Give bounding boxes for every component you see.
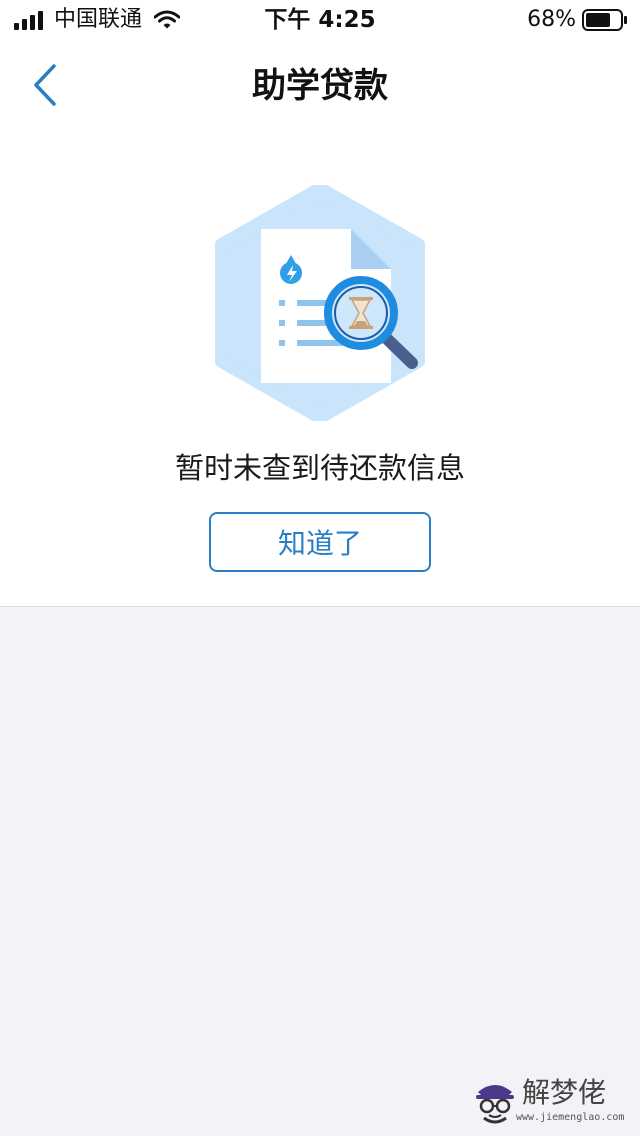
- watermark-brand: 解梦佬: [522, 1076, 607, 1109]
- battery-group: 68%: [527, 6, 628, 34]
- battery-icon: [582, 9, 627, 31]
- section-divider: [0, 606, 640, 607]
- status-bar: 中国联通 下午 4:25 68%: [0, 0, 640, 40]
- watermark-url: www.jiemenglao.com: [516, 1112, 625, 1123]
- empty-state-card: 暂时未查到待还款信息 知道了: [0, 130, 640, 606]
- document-search-illustration: [215, 185, 425, 421]
- page-title: 助学贷款: [252, 66, 388, 106]
- battery-percentage: 68%: [527, 7, 576, 32]
- screen: 中国联通 下午 4:25 68% 助学贷款 暂时未查到待还款信息 知道了 解梦佬…: [0, 0, 640, 1136]
- acknowledge-button[interactable]: 知道了: [209, 512, 431, 572]
- empty-state-message: 暂时未查到待还款信息: [174, 451, 465, 485]
- watermark-logo-icon: [476, 1085, 514, 1124]
- nav-bar: 助学贷款: [0, 40, 640, 130]
- watermark: 解梦佬 www.jiemenglao.com: [470, 1074, 638, 1134]
